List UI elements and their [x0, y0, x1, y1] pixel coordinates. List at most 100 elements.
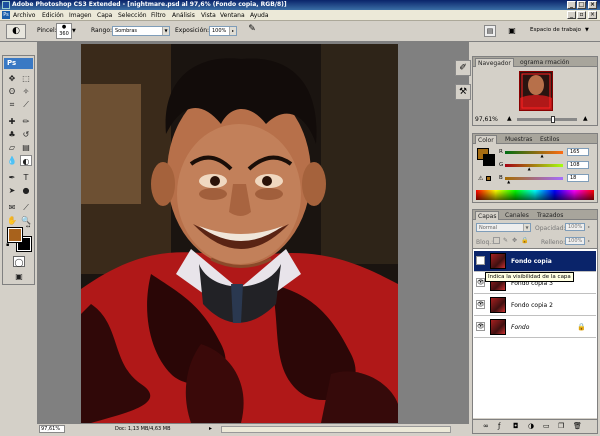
navigator-zoom[interactable]: 97,61% [475, 116, 498, 123]
visibility-toggle-empty[interactable] [476, 256, 485, 265]
color-spectrum-bar[interactable] [476, 190, 594, 200]
lasso-tool-icon[interactable]: ʘ [6, 86, 18, 97]
bridge-icon[interactable]: ▣ [505, 25, 519, 37]
tab-muestras[interactable]: Muestras [503, 135, 534, 144]
eraser-tool-icon[interactable]: ▱ [6, 142, 18, 153]
menu-vista[interactable]: Vista [201, 11, 216, 20]
tab-canales[interactable]: Canales [503, 211, 531, 220]
healing-brush-tool-icon[interactable]: ✚ [6, 116, 18, 127]
layer-mask-icon[interactable]: ◘ [513, 422, 519, 430]
opacity-value[interactable]: 100% [565, 223, 585, 231]
tab-navegador[interactable]: Navegador [475, 58, 514, 67]
swap-colors-icon[interactable]: ↔ [26, 224, 30, 230]
image-canvas[interactable] [81, 44, 398, 423]
tab-histograma[interactable]: ograma [518, 58, 545, 67]
palette-well-icon[interactable]: ▤ [484, 25, 496, 37]
channel-g-slider[interactable]: ▲ [505, 164, 563, 171]
menu-filtro[interactable]: Filtro [151, 11, 166, 20]
menu-archivo[interactable]: Archivo [13, 11, 35, 20]
menu-edicion[interactable]: Edición [42, 11, 64, 20]
channel-r-slider[interactable]: ▲ [505, 151, 563, 158]
channel-g-value[interactable]: 108 [567, 161, 589, 169]
foreground-color-swatch[interactable] [7, 227, 23, 243]
zoom-in-icon[interactable]: ▲ [583, 115, 588, 122]
zoom-slider-thumb[interactable] [551, 116, 555, 123]
doc-close-button[interactable]: × [588, 11, 597, 19]
status-menu-arrow-icon[interactable]: ▸ [209, 424, 212, 434]
gradient-tool-icon[interactable]: ▤ [20, 142, 32, 153]
navigator-thumbnail[interactable] [519, 71, 553, 111]
range-select[interactable]: Sombras ▼ [112, 26, 170, 36]
layer-style-icon[interactable]: ƒ [498, 422, 500, 430]
menu-ventana[interactable]: Ventana [220, 11, 245, 20]
close-button[interactable]: × [588, 1, 597, 9]
channel-r-thumb[interactable]: ▲ [541, 153, 544, 158]
tab-informacion[interactable]: rmación [543, 58, 571, 67]
fill-arrow-icon[interactable]: ▸ [588, 238, 590, 243]
lock-transparency-icon[interactable] [493, 237, 500, 244]
doc-restore-button[interactable]: ▫ [577, 11, 586, 19]
workspace-label[interactable]: Espacio de trabajo [530, 27, 581, 33]
layer-row-fondo[interactable]: 👁 Fondo 🔒 [474, 317, 596, 338]
airbrush-icon[interactable]: ✎ [245, 24, 259, 38]
channel-r-value[interactable]: 165 [567, 148, 589, 156]
blur-tool-icon[interactable]: 💧 [6, 155, 18, 166]
doc-minimize-button[interactable]: _ [567, 11, 576, 19]
channel-g-thumb[interactable]: ▲ [528, 166, 531, 171]
menu-analisis[interactable]: Análisis [172, 11, 195, 20]
magic-wand-tool-icon[interactable]: ✧ [20, 86, 32, 97]
history-brush-tool-icon[interactable]: ↺ [20, 129, 32, 140]
color-panel-bg-swatch[interactable] [483, 154, 495, 166]
minimize-button[interactable]: _ [567, 1, 576, 9]
brushes-panel-icon[interactable]: ✐ [455, 60, 471, 76]
ps-menu-icon[interactable]: Ps [2, 11, 10, 19]
workspace-dropdown-icon[interactable]: ▼ [585, 27, 589, 33]
lock-pixels-icon[interactable]: ✎ [503, 237, 508, 244]
new-layer-icon[interactable]: ❐ [558, 422, 564, 430]
shape-tool-icon[interactable]: ● [20, 185, 32, 196]
dodge-tool-icon[interactable]: ◐ [20, 155, 32, 166]
new-group-icon[interactable]: ▭ [543, 422, 550, 430]
tab-estilos[interactable]: Estilos [538, 135, 561, 144]
brush-picker[interactable]: ● 360 [56, 23, 72, 39]
horizontal-scrollbar[interactable] [221, 426, 451, 433]
tab-capas[interactable]: Capas [475, 211, 500, 220]
layer-row-fondo-copia[interactable]: Fondo copia [474, 251, 596, 272]
exposure-input[interactable]: 100% ▸ [209, 26, 237, 36]
eyedropper-sample-tool-icon[interactable]: ⟋ [20, 202, 32, 213]
eyedropper-tool-icon[interactable]: ⟋ [20, 99, 32, 110]
marquee-tool-icon[interactable]: ⬚ [20, 73, 32, 84]
hand-tool-icon[interactable]: ✋ [6, 215, 18, 226]
fill-value[interactable]: 100% [565, 237, 585, 245]
pen-tool-icon[interactable]: ✒ [6, 172, 18, 183]
link-layers-icon[interactable]: ∞ [483, 422, 489, 430]
delete-layer-icon[interactable]: 🗑 [573, 422, 582, 430]
type-tool-icon[interactable]: T [20, 172, 32, 183]
gamut-color-swatch[interactable] [486, 176, 491, 181]
channel-b-value[interactable]: 18 [567, 174, 589, 182]
path-selection-tool-icon[interactable]: ➤ [6, 185, 18, 196]
adjustment-layer-icon[interactable]: ◑ [528, 422, 534, 430]
gamut-warning-icon[interactable]: ⚠ [478, 175, 483, 182]
tab-color[interactable]: Color [475, 135, 497, 144]
brush-tool-icon[interactable]: ✏ [20, 116, 32, 127]
menu-seleccion[interactable]: Selección [118, 11, 147, 20]
menu-capa[interactable]: Capa [97, 11, 112, 20]
menu-ayuda[interactable]: Ayuda [250, 11, 269, 20]
dodge-tool-preset-icon[interactable]: ◐ [6, 24, 26, 39]
tool-presets-panel-icon[interactable]: ⚒ [455, 84, 471, 100]
screen-mode-icon[interactable]: ▣ [13, 271, 25, 282]
crop-tool-icon[interactable]: ⌗ [6, 99, 18, 110]
opacity-arrow-icon[interactable]: ▸ [588, 224, 590, 229]
lock-all-icon[interactable]: 🔒 [521, 237, 528, 244]
zoom-out-icon[interactable]: ▲ [507, 115, 512, 122]
navigator-zoom-slider[interactable] [517, 116, 577, 123]
layer-row-fondo-copia-2[interactable]: 👁 Fondo copia 2 [474, 295, 596, 316]
clone-stamp-tool-icon[interactable]: ♣ [6, 129, 18, 140]
eye-icon[interactable]: 👁 [476, 322, 485, 331]
channel-b-slider[interactable]: ▲ [505, 177, 563, 184]
status-zoom[interactable]: 97,61% [39, 425, 65, 433]
menu-imagen[interactable]: Imagen [69, 11, 92, 20]
lock-position-icon[interactable]: ✥ [512, 237, 517, 244]
default-colors-icon[interactable]: ▪ [6, 242, 9, 248]
